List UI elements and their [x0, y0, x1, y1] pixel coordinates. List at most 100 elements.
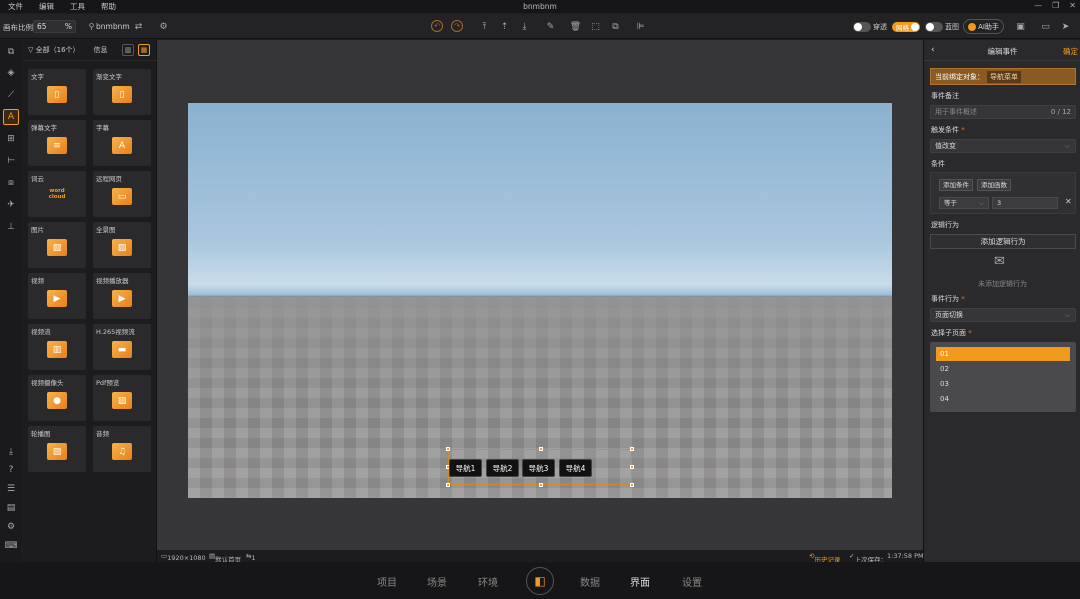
flow-icon[interactable]: ⊢ — [3, 153, 19, 169]
list-view-icon[interactable]: ▥ — [122, 44, 134, 56]
operator-select[interactable]: 等于 ⌵ — [939, 197, 989, 209]
resize-handle[interactable] — [630, 447, 634, 451]
move-down-icon[interactable]: ⤓ — [518, 20, 531, 33]
blueprint-toggle[interactable]: 蓝图 — [925, 21, 959, 32]
table-icon[interactable]: ⊞ — [3, 131, 19, 147]
model-icon[interactable]: ⧈ — [3, 175, 19, 191]
ungroup-icon[interactable]: ⧉ — [609, 20, 622, 33]
move-up-icon[interactable]: ⤒ — [478, 20, 491, 33]
subpage-option[interactable]: 02 — [936, 362, 1070, 376]
component-card[interactable]: 远程网页 ▭ — [93, 171, 151, 217]
filter-dropdown[interactable]: ▽ 全部（16个） — [28, 45, 80, 55]
move-top-icon[interactable]: ⇡ — [498, 20, 511, 33]
minimize-icon[interactable]: — — [1034, 1, 1042, 10]
undo-icon[interactable]: ↶ — [431, 20, 443, 32]
scene-stage[interactable]: 导航1 导航2 导航3 导航4 — [188, 103, 892, 498]
download-icon[interactable]: ⤓ — [3, 444, 19, 460]
subpage-option[interactable]: 01 — [936, 347, 1070, 361]
save-icon[interactable]: ▣ — [1014, 20, 1027, 33]
add-logic-button[interactable]: 添加逻辑行为 — [930, 234, 1076, 249]
component-card-icon: ▯ — [112, 86, 132, 103]
blueprint-switch[interactable] — [925, 21, 943, 32]
remove-condition-icon[interactable]: ✕ — [1065, 197, 1072, 206]
grid-switch[interactable]: 网格 — [892, 21, 920, 32]
tab-environment[interactable]: 环境 — [478, 574, 498, 589]
gear-icon[interactable]: ⚙ — [3, 519, 19, 535]
operand-input[interactable]: 3 — [992, 197, 1058, 209]
component-card[interactable]: Pdf预览 ▨ — [93, 375, 151, 421]
resize-handle[interactable] — [630, 465, 634, 469]
component-card[interactable]: 视频播放器 ▶ — [93, 273, 151, 319]
tab-scene[interactable]: 场景 — [427, 574, 447, 589]
stamp-icon[interactable]: ⊥ — [3, 219, 19, 235]
resize-handle[interactable] — [446, 447, 450, 451]
penetrate-switch[interactable] — [853, 21, 871, 32]
nav-button-4[interactable]: 导航4 — [559, 459, 592, 477]
group-icon[interactable]: ⬚ — [589, 20, 602, 33]
resize-handle[interactable] — [630, 483, 634, 487]
zoom-input[interactable]: 65% — [33, 20, 76, 33]
maximize-icon[interactable]: ❐ — [1052, 1, 1059, 10]
nav-button-1[interactable]: 导航1 — [449, 459, 482, 477]
component-card[interactable]: 视频流 ▥ — [28, 324, 86, 370]
add-condition-button[interactable]: 添加条件 — [939, 179, 973, 191]
align-icon[interactable]: ⊫ — [634, 20, 647, 33]
help-icon[interactable]: ? — [3, 462, 19, 478]
resize-handle[interactable] — [539, 483, 543, 487]
tab-settings[interactable]: 设置 — [682, 574, 702, 589]
action-select[interactable]: 页面切换 ⌵ — [930, 308, 1076, 322]
settings-icon[interactable]: ⚙ — [157, 20, 170, 33]
add-function-button[interactable]: 添加函数 — [977, 179, 1011, 191]
component-card[interactable]: 渐变文字 ▯ — [93, 69, 151, 115]
publish-icon[interactable]: ➤ — [1059, 20, 1072, 33]
switch-icon[interactable]: ⇄ — [132, 20, 145, 33]
component-card[interactable]: 视频 ▶ — [28, 273, 86, 319]
component-card[interactable]: 轮播图 ▨ — [28, 426, 86, 472]
layers-icon[interactable]: ◈ — [3, 65, 19, 81]
subpage-option[interactable]: 04 — [936, 392, 1070, 406]
nav-button-2[interactable]: 导航2 — [486, 459, 519, 477]
nav-button-3[interactable]: 导航3 — [522, 459, 555, 477]
delete-icon[interactable]: 🗑 — [569, 20, 582, 33]
nav-menu-component[interactable]: 导航1 导航2 导航3 导航4 — [446, 447, 634, 487]
tab-data[interactable]: 数据 — [580, 574, 600, 589]
resolution-readout: ▭ 1920×1080 — [161, 552, 206, 562]
component-card[interactable]: 全景图 ▨ — [93, 222, 151, 268]
component-card[interactable]: 音频 ♫ — [93, 426, 151, 472]
center-home-icon[interactable]: ◧ — [526, 567, 554, 595]
confirm-button[interactable]: 确定 — [1063, 46, 1078, 57]
component-card[interactable]: 图片 ▨ — [28, 222, 86, 268]
list-icon[interactable]: ☰ — [3, 481, 19, 497]
redo-icon[interactable]: ↷ — [451, 20, 463, 32]
resize-handle[interactable] — [539, 447, 543, 451]
info-tab[interactable]: 信息 — [94, 45, 108, 55]
tab-project[interactable]: 项目 — [377, 574, 397, 589]
tab-interface[interactable]: 界面 — [630, 574, 650, 589]
ai-assistant-button[interactable]: AI助手 — [963, 19, 1004, 34]
resize-handle[interactable] — [446, 483, 450, 487]
grid-view-icon[interactable]: ▦ — [138, 44, 150, 56]
component-card[interactable]: 视频摄像头 ● — [28, 375, 86, 421]
history-button[interactable]: ⟲ 历史记录 — [809, 552, 840, 564]
component-card[interactable]: H.265视频流 ▬ — [93, 324, 151, 370]
doc-icon[interactable]: ▤ — [3, 500, 19, 516]
component-card[interactable]: 字幕 A — [93, 120, 151, 166]
component-lib-icon[interactable]: ⧉ — [3, 44, 19, 60]
chart-icon[interactable]: ⟋ — [3, 87, 19, 103]
brush-icon[interactable]: ✎ — [544, 20, 557, 33]
grid-toggle[interactable]: 网格 — [892, 21, 920, 32]
penetrate-toggle[interactable]: 穿透 — [853, 21, 887, 32]
component-card[interactable]: 词云 word cloud — [28, 171, 86, 217]
plane-icon[interactable]: ✈ — [3, 197, 19, 213]
subpage-option[interactable]: 03 — [936, 377, 1070, 391]
component-card[interactable]: 弹幕文字 ≡ — [28, 120, 86, 166]
action-label: 事件行为 * — [931, 294, 965, 304]
text-component-icon[interactable]: A — [3, 109, 19, 125]
close-icon[interactable]: ✕ — [1069, 1, 1076, 10]
note-input[interactable]: 用于事件概述 0 / 12 — [930, 105, 1076, 119]
keyboard-icon[interactable]: ⌨ — [3, 538, 19, 554]
component-card[interactable]: 文字 ▯ — [28, 69, 86, 115]
preview-icon[interactable]: ▭ — [1039, 20, 1052, 33]
trigger-select[interactable]: 值改变 ⌵ — [930, 139, 1076, 153]
last-save-readout: ✓ 上次保存： — [849, 552, 887, 564]
